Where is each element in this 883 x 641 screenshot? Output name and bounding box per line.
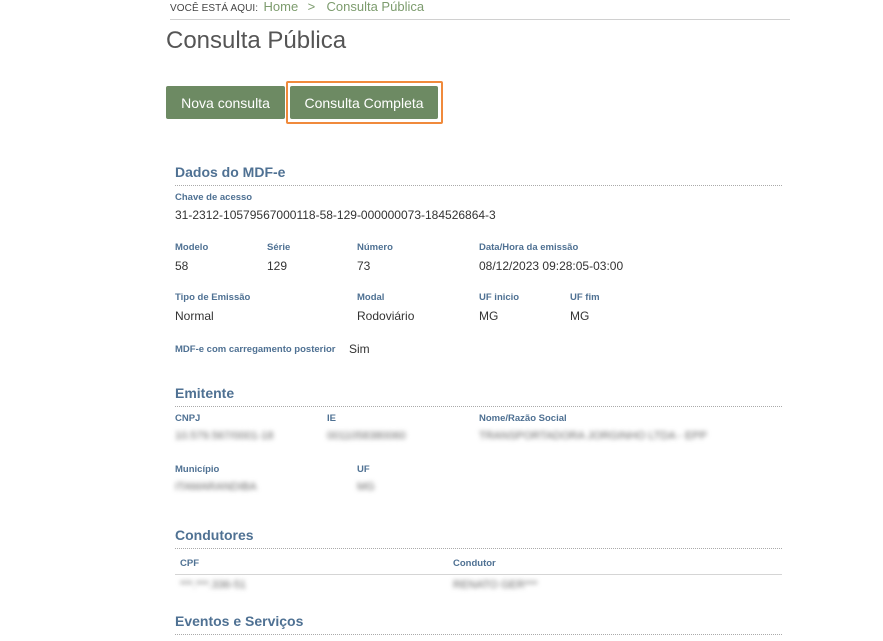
numero-value: 73 <box>357 259 371 273</box>
ie-value: 0011058380060 <box>327 430 406 442</box>
data-emissao-value: 08/12/2023 09:28:05-03:00 <box>479 259 624 273</box>
condutor-cpf-value: ***.***.336-51 <box>180 579 247 591</box>
modal-label: Modal <box>357 292 385 303</box>
uf-label: UF <box>357 464 370 475</box>
breadcrumb-separator: > <box>307 0 316 14</box>
condutor-column-header: Condutor <box>453 558 496 569</box>
razao-social-value: TRANSPORTADORA JORGINHO LTDA - EPP <box>479 430 707 442</box>
uf-value: MG <box>357 481 375 493</box>
nova-consulta-button[interactable]: Nova consulta <box>166 86 285 119</box>
uf-inicio-value: MG <box>479 309 499 323</box>
modal-value: Rodoviário <box>357 309 415 323</box>
uf-fim-label: UF fim <box>570 292 600 303</box>
municipio-label: Município <box>175 464 220 475</box>
breadcrumb-label: VOCÊ ESTÁ AQUI: <box>170 3 259 14</box>
cnpj-value: 10.579.567/0001-18 <box>175 430 274 442</box>
uf-fim-value: MG <box>570 309 590 323</box>
carregamento-posterior-value: Sim <box>349 342 370 356</box>
breadcrumb: VOCÊ ESTÁ AQUI: Home > Consulta Pública <box>170 0 790 20</box>
page-title: Consulta Pública <box>166 27 347 54</box>
condutores-table-divider <box>175 574 782 575</box>
consulta-completa-button[interactable]: Consulta Completa <box>290 86 438 119</box>
cpf-column-header: CPF <box>180 558 199 569</box>
serie-value: 129 <box>267 259 288 273</box>
section-dados-mdfe-title: Dados do MDF-e <box>175 164 782 186</box>
condutor-name-value: RENATO GER*** <box>453 579 538 591</box>
razao-social-label: Nome/Razão Social <box>479 413 567 424</box>
ie-label: IE <box>327 413 336 424</box>
breadcrumb-home-link[interactable]: Home <box>264 0 299 14</box>
uf-inicio-label: UF inicio <box>479 292 520 303</box>
serie-label: Série <box>267 242 291 253</box>
chave-acesso-value: 31-2312-10579567000118-58-129-000000073-… <box>175 208 496 222</box>
tipo-emissao-value: Normal <box>175 309 214 323</box>
chave-acesso-label: Chave de acesso <box>175 192 253 203</box>
modelo-label: Modelo <box>175 242 209 253</box>
cnpj-label: CNPJ <box>175 413 201 424</box>
municipio-value: ITAMARANDIBA <box>175 481 257 493</box>
section-condutores-title: Condutores <box>175 527 782 549</box>
breadcrumb-current[interactable]: Consulta Pública <box>327 0 425 14</box>
data-emissao-label: Data/Hora da emissão <box>479 242 579 253</box>
carregamento-posterior-label: MDF-e com carregamento posterior <box>175 344 336 355</box>
modelo-value: 58 <box>175 259 189 273</box>
numero-label: Número <box>357 242 393 253</box>
section-eventos-title: Eventos e Serviços <box>175 613 782 635</box>
section-emitente-title: Emitente <box>175 385 782 407</box>
tipo-emissao-label: Tipo de Emissão <box>175 292 251 303</box>
